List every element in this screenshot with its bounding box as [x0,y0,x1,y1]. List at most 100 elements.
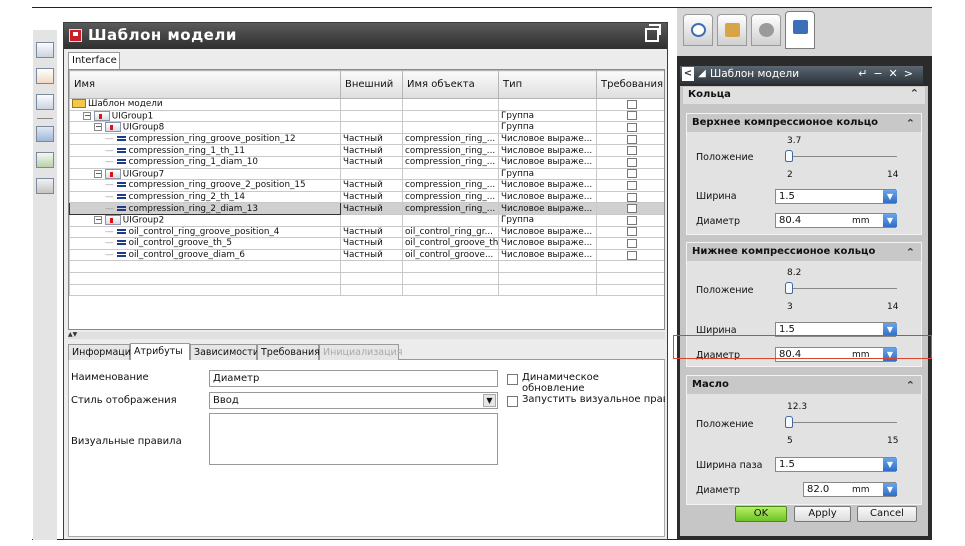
tree-name-cell[interactable]: — compression_ring_2_diam_13 [69,202,341,215]
requirement-checkbox[interactable] [626,169,637,179]
oil-ring-header[interactable]: Масло ⌃ [687,376,921,394]
tab-interface[interactable]: Interface [68,52,120,69]
requirement-checkbox[interactable] [626,157,637,167]
layers-icon[interactable] [36,178,54,194]
dynamic-update-checkbox[interactable] [507,374,518,385]
group-icon[interactable] [36,68,54,84]
requirement-checkbox[interactable] [626,204,637,214]
collapse-toggle-icon[interactable]: − [94,123,102,132]
lower-position-slider[interactable] [785,282,793,294]
tree-row[interactable]: — oil_control_groove_diam_6 Частный oil_co… [69,248,664,262]
tree-row[interactable]: − UIGroup1 Группа [69,109,664,123]
collapse-icon[interactable]: ⌃ [906,246,915,259]
tree-name-cell[interactable]: — oil_control_groove_th_5 [69,237,341,250]
tree-row[interactable]: — compression_ring_groove_position_12 Час… [69,132,664,146]
tree-row[interactable]: − UIGroup8 Группа [69,121,664,134]
requirement-checkbox[interactable] [626,146,637,156]
pin-icon[interactable]: ◢ [696,67,708,81]
requirement-checkbox[interactable] [626,227,637,237]
collapse-toggle-icon[interactable]: − [94,215,102,224]
upper-diameter-input[interactable]: 80.4 [775,213,896,228]
tree-name-cell[interactable]: − UIGroup2 [69,213,341,227]
lower-position-track[interactable] [787,288,897,289]
chevron-down-icon[interactable]: ▼ [883,458,897,471]
tree-row[interactable]: — compression_ring_1_diam_10 Частный compr… [69,155,664,169]
tab-info[interactable]: Информация [68,344,137,360]
upper-position-track[interactable] [787,156,897,157]
template-tab[interactable] [785,11,815,49]
add-icon[interactable] [36,152,54,168]
parts-tab[interactable] [717,14,747,46]
tree-name-cell[interactable]: — compression_ring_1_diam_10 [69,155,341,169]
search-tab[interactable] [683,14,713,46]
name-input[interactable]: Диаметр [209,370,498,387]
display-style-select[interactable]: Ввод ▼ [209,392,498,409]
requirement-checkbox[interactable] [626,134,637,144]
requirement-checkbox[interactable] [626,238,637,248]
tree-name-cell[interactable]: Шаблон модели [69,98,341,111]
tree-name-cell[interactable]: − UIGroup7 [69,167,341,181]
collapse-toggle-icon[interactable]: − [83,111,91,120]
tree-row[interactable]: — compression_ring_2_th_14 Частный compres… [69,190,664,204]
upper-position-slider[interactable] [785,150,793,162]
oil-position-slider[interactable] [785,416,793,428]
collapse-icon[interactable]: ⌃ [910,87,919,100]
upper-ring-header[interactable]: Верхнее компрессионое кольцо ⌃ [687,114,921,132]
section-rings[interactable]: Кольца ⌃ [683,87,925,104]
oil-position-track[interactable] [787,422,897,423]
chevron-down-icon[interactable]: ▼ [483,394,496,407]
lower-ring-header[interactable]: Нижнее компрессионое кольцо ⌃ [687,243,921,261]
visual-rules-textarea[interactable] [209,413,498,465]
tree-name-cell[interactable]: — compression_ring_1_th_11 [69,144,341,157]
tab-requirements[interactable]: Требования [257,344,320,360]
requirement-checkbox[interactable] [626,122,637,132]
arrow-down-icon[interactable]: ▼ [883,214,897,227]
collapse-toggle-icon[interactable]: − [94,169,102,178]
requirement-checkbox[interactable] [626,215,637,225]
col-type[interactable]: Тип [498,70,597,99]
view-tab[interactable] [751,14,781,46]
tree-row[interactable]: − UIGroup2 Группа [69,213,664,227]
requirement-checkbox[interactable] [626,99,637,109]
tree-row[interactable]: — compression_ring_1_th_11 Частный compres… [69,144,664,157]
tab-attributes[interactable]: Атрибуты [130,343,190,360]
tree-name-cell[interactable]: — compression_ring_groove_2_position_15 [69,179,341,192]
template-icon[interactable] [36,42,54,58]
tree-row[interactable]: — oil_control_ring_groove_position_4 Част… [69,225,664,239]
col-requirements[interactable]: Требования [596,70,664,99]
tree-row[interactable]: Шаблон модели [69,98,664,111]
ok-button[interactable]: OK [735,506,787,522]
align-icon[interactable] [36,94,54,110]
collapse-icon[interactable]: ⌃ [906,117,915,130]
col-name[interactable]: Имя [69,70,341,99]
arrow-down-icon[interactable]: ▼ [883,483,897,496]
tree-name-cell[interactable]: — oil_control_ring_groove_position_4 [69,225,341,239]
back-arrow-icon[interactable]: < [682,67,694,81]
requirement-checkbox[interactable] [626,111,637,121]
collapse-icon[interactable]: ⌃ [906,379,915,392]
tree-row[interactable]: — oil_control_groove_th_5 Частный oil_cont… [69,237,664,250]
apply-button[interactable]: Apply [794,506,851,522]
tree-row[interactable]: − UIGroup7 Группа [69,167,664,181]
col-external[interactable]: Внешний [340,70,403,99]
requirement-checkbox[interactable] [626,250,637,260]
tree-name-cell[interactable]: — oil_control_groove_diam_6 [69,248,341,262]
tree-row[interactable]: — compression_ring_2_diam_13 Частный compr… [69,202,664,215]
tree-row[interactable]: — compression_ring_groove_2_position_15 Ч… [69,179,664,192]
run-visual-rule-checkbox[interactable] [507,396,518,407]
restore-icon[interactable] [645,24,661,42]
requirement-checkbox[interactable] [626,180,637,190]
tab-dependencies[interactable]: Зависимости [190,344,259,360]
tree-name-cell[interactable]: — compression_ring_groove_position_12 [69,132,341,146]
tree-name-cell[interactable]: — compression_ring_2_th_14 [69,190,341,204]
chart-icon[interactable] [36,126,54,142]
cancel-button[interactable]: Cancel [857,506,917,522]
requirement-checkbox[interactable] [626,192,637,202]
tree-name-cell[interactable]: − UIGroup8 [69,121,341,134]
splitter[interactable]: ▲▼ [68,332,665,339]
col-object-name[interactable]: Имя объекта [402,70,499,99]
chevron-down-icon[interactable]: ▼ [883,190,897,203]
panel-window-buttons[interactable]: ↵−✕> [858,67,919,80]
oil-groove-width-select[interactable]: 1.5 [775,457,896,472]
tree-name-cell[interactable]: − UIGroup1 [69,109,341,123]
